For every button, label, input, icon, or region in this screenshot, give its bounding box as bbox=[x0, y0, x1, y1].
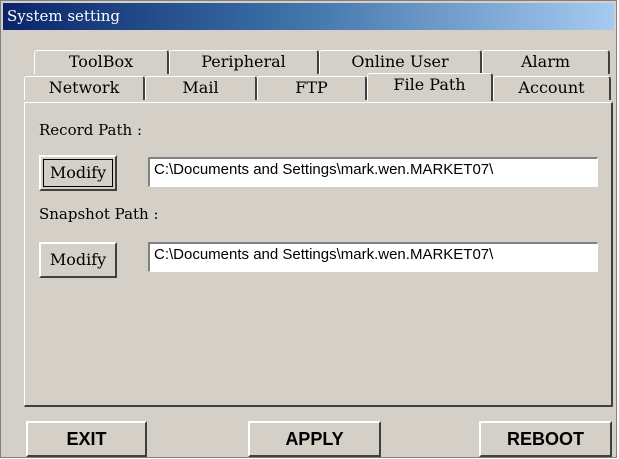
system-setting-window: System setting ToolBox Peripheral Online… bbox=[0, 0, 617, 458]
tab-online-user[interactable]: Online User bbox=[319, 50, 482, 74]
tab-toolbox[interactable]: ToolBox bbox=[34, 50, 169, 74]
snapshot-path-label: Snapshot Path : bbox=[39, 205, 159, 223]
tab-network[interactable]: Network bbox=[24, 76, 145, 100]
tab-ftp[interactable]: FTP bbox=[257, 76, 367, 100]
record-path-label: Record Path : bbox=[39, 121, 143, 139]
record-modify-button[interactable]: Modify bbox=[39, 155, 117, 191]
tab-peripheral[interactable]: Peripheral bbox=[169, 50, 319, 74]
snapshot-path-field[interactable]: C:\Documents and Settings\mark.wen.MARKE… bbox=[148, 242, 598, 272]
tab-file-path[interactable]: File Path bbox=[367, 73, 493, 101]
tab-account[interactable]: Account bbox=[493, 76, 611, 100]
record-path-field[interactable]: C:\Documents and Settings\mark.wen.MARKE… bbox=[148, 157, 598, 187]
exit-button[interactable]: EXIT bbox=[26, 421, 147, 457]
tab-mail[interactable]: Mail bbox=[145, 76, 257, 100]
tab-alarm[interactable]: Alarm bbox=[482, 50, 610, 74]
title-bar: System setting bbox=[3, 3, 614, 30]
snapshot-modify-button[interactable]: Modify bbox=[39, 242, 117, 278]
apply-button[interactable]: APPLY bbox=[248, 421, 381, 457]
file-path-panel: Record Path : Modify C:\Documents and Se… bbox=[24, 102, 613, 407]
reboot-button[interactable]: REBOOT bbox=[479, 421, 612, 457]
